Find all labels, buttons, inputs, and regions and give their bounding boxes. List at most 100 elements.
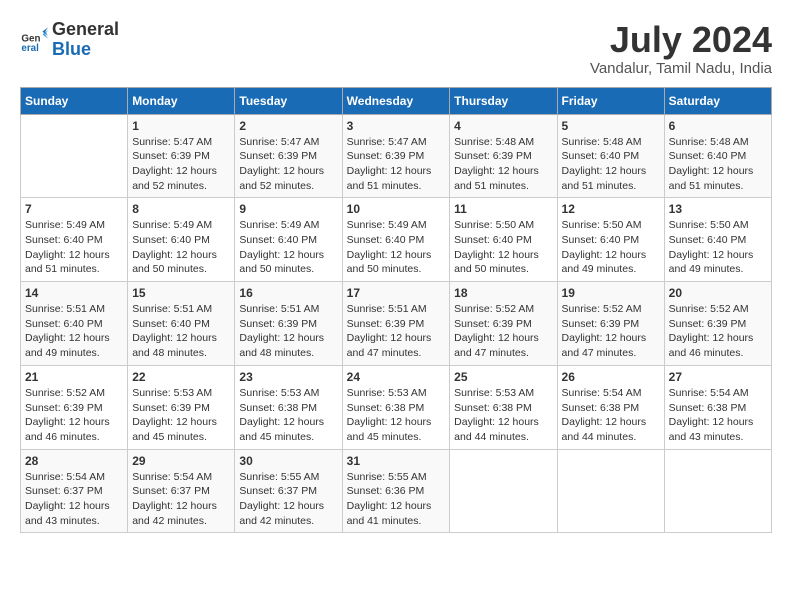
day-number: 27 [669,370,767,384]
logo: Gen eral General Blue [20,20,119,60]
day-number: 21 [25,370,123,384]
calendar-cell: 27Sunrise: 5:54 AM Sunset: 6:38 PM Dayli… [664,365,771,449]
day-number: 30 [239,454,337,468]
calendar-cell: 16Sunrise: 5:51 AM Sunset: 6:39 PM Dayli… [235,282,342,366]
day-number: 5 [562,119,660,133]
day-info: Sunrise: 5:51 AM Sunset: 6:40 PM Dayligh… [25,302,123,361]
week-row-1: 1 Sunrise: 5:47 AM Sunset: 6:39 PM Daylig… [21,114,772,198]
header-cell-monday: Monday [128,87,235,114]
calendar-cell: 8 Sunrise: 5:49 AM Sunset: 6:40 PM Daylig… [128,198,235,282]
day-info: Sunrise: 5:49 AM Sunset: 6:40 PM Dayligh… [25,218,123,277]
day-info: Sunrise: 5:49 AM Sunset: 6:40 PM Dayligh… [132,218,230,277]
day-number: 16 [239,286,337,300]
location-subtitle: Vandalur, Tamil Nadu, India [590,60,772,77]
day-info: Sunrise: 5:53 AM Sunset: 6:38 PM Dayligh… [454,386,552,445]
calendar-cell: 14 Sunrise: 5:51 AM Sunset: 6:40 PM Dayli… [21,282,128,366]
day-info: Sunrise: 5:54 AM Sunset: 6:37 PM Dayligh… [25,470,123,529]
day-number: 28 [25,454,123,468]
logo-name: General Blue [52,20,119,60]
day-number: 10 [347,202,446,216]
calendar-cell: 5 Sunrise: 5:48 AM Sunset: 6:40 PM Daylig… [557,114,664,198]
calendar-cell: 18Sunrise: 5:52 AM Sunset: 6:39 PM Dayli… [450,282,557,366]
calendar-cell: 6Sunrise: 5:48 AM Sunset: 6:40 PM Daylig… [664,114,771,198]
day-info: Sunrise: 5:47 AM Sunset: 6:39 PM Dayligh… [347,135,446,194]
day-number: 4 [454,119,552,133]
day-info: Sunrise: 5:53 AM Sunset: 6:38 PM Dayligh… [239,386,337,445]
day-number: 7 [25,202,123,216]
day-number: 1 [132,119,230,133]
calendar-cell: 22Sunrise: 5:53 AM Sunset: 6:39 PM Dayli… [128,365,235,449]
day-info: Sunrise: 5:48 AM Sunset: 6:40 PM Dayligh… [562,135,660,194]
calendar-cell: 12 Sunrise: 5:50 AM Sunset: 6:40 PM Dayli… [557,198,664,282]
day-info: Sunrise: 5:47 AM Sunset: 6:39 PM Dayligh… [132,135,230,194]
calendar-body: 1 Sunrise: 5:47 AM Sunset: 6:39 PM Daylig… [21,114,772,533]
day-number: 26 [562,370,660,384]
calendar-cell: 23 Sunrise: 5:53 AM Sunset: 6:38 PM Dayli… [235,365,342,449]
title-block: July 2024 Vandalur, Tamil Nadu, India [590,20,772,77]
day-info: Sunrise: 5:49 AM Sunset: 6:40 PM Dayligh… [347,218,446,277]
day-info: Sunrise: 5:50 AM Sunset: 6:40 PM Dayligh… [562,218,660,277]
calendar-cell: 30 Sunrise: 5:55 AM Sunset: 6:37 PM Dayli… [235,449,342,533]
calendar-cell: 24 Sunrise: 5:53 AM Sunset: 6:38 PM Dayli… [342,365,450,449]
header-cell-saturday: Saturday [664,87,771,114]
week-row-3: 14 Sunrise: 5:51 AM Sunset: 6:40 PM Dayli… [21,282,772,366]
calendar-cell: 20Sunrise: 5:52 AM Sunset: 6:39 PM Dayli… [664,282,771,366]
svg-text:eral: eral [21,43,39,54]
logo-icon: Gen eral [20,26,48,54]
calendar-cell: 10 Sunrise: 5:49 AM Sunset: 6:40 PM Dayli… [342,198,450,282]
calendar-cell: 11 Sunrise: 5:50 AM Sunset: 6:40 PM Dayli… [450,198,557,282]
header-cell-wednesday: Wednesday [342,87,450,114]
day-number: 8 [132,202,230,216]
header-cell-thursday: Thursday [450,87,557,114]
header-cell-sunday: Sunday [21,87,128,114]
calendar-cell [664,449,771,533]
day-info: Sunrise: 5:55 AM Sunset: 6:36 PM Dayligh… [347,470,446,529]
calendar-cell: 19Sunrise: 5:52 AM Sunset: 6:39 PM Dayli… [557,282,664,366]
calendar-table: SundayMondayTuesdayWednesdayThursdayFrid… [20,87,772,534]
day-info: Sunrise: 5:51 AM Sunset: 6:39 PM Dayligh… [347,302,446,361]
day-info: Sunrise: 5:55 AM Sunset: 6:37 PM Dayligh… [239,470,337,529]
calendar-cell [450,449,557,533]
calendar-cell: 21 Sunrise: 5:52 AM Sunset: 6:39 PM Dayli… [21,365,128,449]
calendar-cell [21,114,128,198]
day-number: 14 [25,286,123,300]
day-number: 3 [347,119,446,133]
header-cell-tuesday: Tuesday [235,87,342,114]
day-info: Sunrise: 5:52 AM Sunset: 6:39 PM Dayligh… [25,386,123,445]
day-number: 12 [562,202,660,216]
day-number: 6 [669,119,767,133]
day-info: Sunrise: 5:48 AM Sunset: 6:39 PM Dayligh… [454,135,552,194]
calendar-header: SundayMondayTuesdayWednesdayThursdayFrid… [21,87,772,114]
calendar-cell: 25Sunrise: 5:53 AM Sunset: 6:38 PM Dayli… [450,365,557,449]
day-number: 13 [669,202,767,216]
calendar-cell: 15Sunrise: 5:51 AM Sunset: 6:40 PM Dayli… [128,282,235,366]
header-cell-friday: Friday [557,87,664,114]
week-row-5: 28 Sunrise: 5:54 AM Sunset: 6:37 PM Dayli… [21,449,772,533]
day-info: Sunrise: 5:50 AM Sunset: 6:40 PM Dayligh… [669,218,767,277]
calendar-cell: 13 Sunrise: 5:50 AM Sunset: 6:40 PM Dayli… [664,198,771,282]
day-info: Sunrise: 5:54 AM Sunset: 6:37 PM Dayligh… [132,470,230,529]
day-info: Sunrise: 5:50 AM Sunset: 6:40 PM Dayligh… [454,218,552,277]
day-number: 11 [454,202,552,216]
week-row-2: 7 Sunrise: 5:49 AM Sunset: 6:40 PM Daylig… [21,198,772,282]
calendar-cell: 28 Sunrise: 5:54 AM Sunset: 6:37 PM Dayli… [21,449,128,533]
calendar-cell: 31 Sunrise: 5:55 AM Sunset: 6:36 PM Dayli… [342,449,450,533]
calendar-cell: 2Sunrise: 5:47 AM Sunset: 6:39 PM Daylig… [235,114,342,198]
day-number: 29 [132,454,230,468]
calendar-cell: 29 Sunrise: 5:54 AM Sunset: 6:37 PM Dayli… [128,449,235,533]
calendar-cell: 26Sunrise: 5:54 AM Sunset: 6:38 PM Dayli… [557,365,664,449]
day-number: 9 [239,202,337,216]
calendar-cell: 17Sunrise: 5:51 AM Sunset: 6:39 PM Dayli… [342,282,450,366]
day-info: Sunrise: 5:53 AM Sunset: 6:38 PM Dayligh… [347,386,446,445]
calendar-cell: 7 Sunrise: 5:49 AM Sunset: 6:40 PM Daylig… [21,198,128,282]
calendar-cell [557,449,664,533]
day-info: Sunrise: 5:53 AM Sunset: 6:39 PM Dayligh… [132,386,230,445]
day-number: 18 [454,286,552,300]
day-number: 24 [347,370,446,384]
day-number: 23 [239,370,337,384]
day-number: 15 [132,286,230,300]
day-info: Sunrise: 5:52 AM Sunset: 6:39 PM Dayligh… [669,302,767,361]
page-header: Gen eral General Blue July 2024 Vandalur… [20,20,772,77]
day-number: 31 [347,454,446,468]
day-info: Sunrise: 5:49 AM Sunset: 6:40 PM Dayligh… [239,218,337,277]
